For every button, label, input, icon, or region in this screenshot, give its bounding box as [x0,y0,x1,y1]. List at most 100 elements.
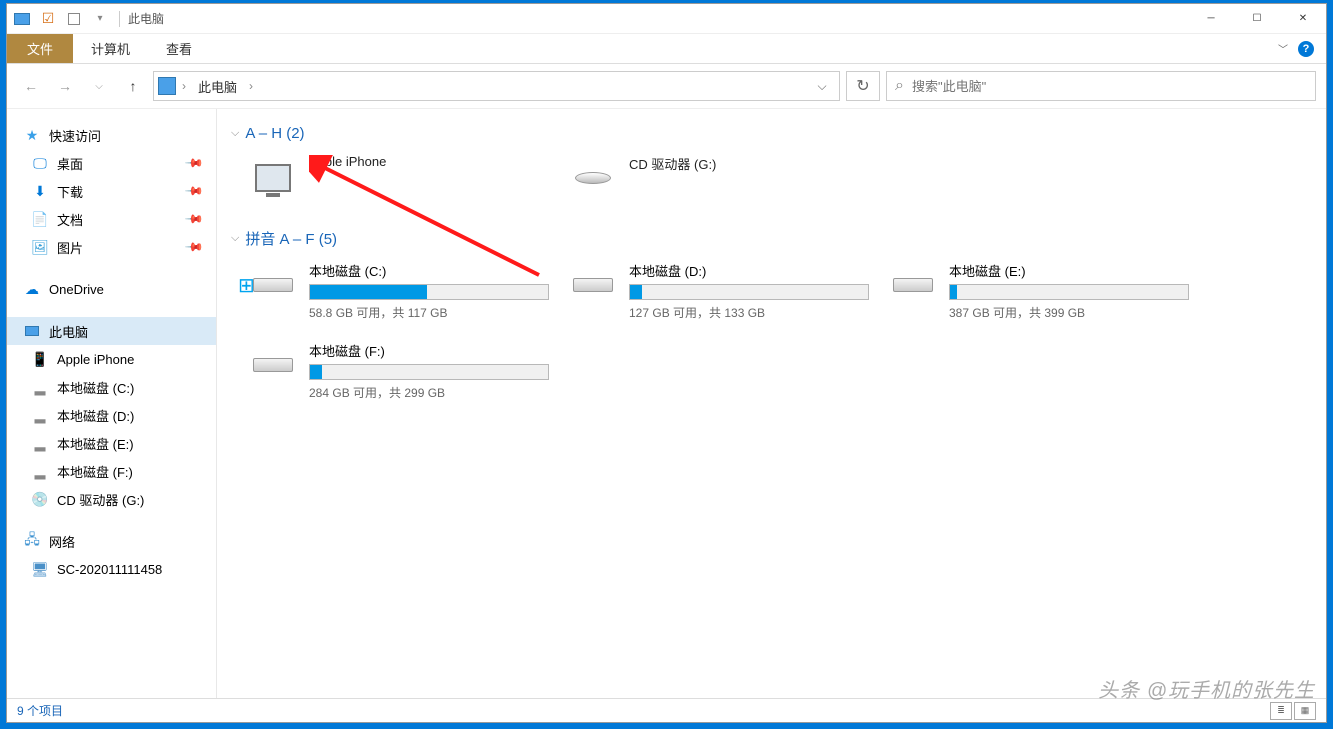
forward-button[interactable]: → [51,72,79,100]
group-header[interactable]: ⌵ A – H (2) [231,119,1312,150]
chevron-down-icon: ⌵ [231,127,239,140]
drive-item[interactable]: 本地磁盘 (F:) 284 GB 可用，共 299 GB [249,341,549,401]
chevron-down-icon[interactable]: ▾ [89,8,111,30]
sidebar-label: OneDrive [49,282,104,297]
this-pc-icon [11,8,33,30]
chevron-right-icon[interactable]: › [182,79,186,93]
drive-name: 本地磁盘 (E:) [949,261,1189,280]
star-icon: ★ [23,126,41,144]
sidebar-item[interactable]: 💿CD 驱动器 (G:) [7,485,216,513]
details-view-icon[interactable]: ≣ [1270,702,1292,720]
recent-dropdown[interactable]: ⌵ [85,72,113,100]
chevron-right-icon[interactable]: › [249,79,253,93]
search-icon: ⌕ [895,77,904,95]
status-text: 9 个项目 [17,702,63,719]
properties-icon[interactable]: ☑ [37,8,59,30]
separator [119,11,120,27]
device-name: CD 驱动器 (G:) [629,154,716,173]
sidebar-item[interactable]: 🖥 SC-202011111458 [7,555,216,583]
sidebar-item[interactable]: ▂本地磁盘 (C:) [7,373,216,401]
view-switcher: ≣ ▦ [1270,702,1316,720]
pin-icon: 📌 [184,209,204,229]
up-button[interactable]: ↑ [119,72,147,100]
capacity-bar [629,284,869,300]
content-pane: ⌵ A – H (2) Apple iPhone CD 驱动器 (G:) ⌵ 拼音… [217,109,1326,698]
group-header[interactable]: ⌵ 拼音 A – F (5) [231,222,1312,257]
sidebar-item[interactable]: ▂本地磁盘 (F:) [7,457,216,485]
documents-icon: 📄 [31,210,49,228]
drive-icon [253,278,293,292]
drive-name: 本地磁盘 (D:) [629,261,869,280]
navigation-bar: ← → ⌵ ↑ › 此电脑 › ⌵ ↻ ⌕ [7,64,1326,108]
downloads-icon: ⬇ [31,182,49,200]
sidebar-item-label: Apple iPhone [57,352,134,367]
computer-icon: 🖥 [31,560,49,578]
sidebar-item-label: 本地磁盘 (E:) [57,434,134,453]
sidebar-onedrive[interactable]: ☁ OneDrive [7,275,216,303]
address-bar[interactable]: › 此电脑 › ⌵ [153,71,840,101]
close-button[interactable]: ✕ [1280,4,1326,34]
search-box[interactable]: ⌕ [886,71,1316,101]
pictures-icon: 🖼 [31,238,49,256]
pin-icon: 📌 [184,153,204,173]
ribbon: 文件 计算机 查看 ﹀ ? [7,34,1326,64]
drive-item[interactable]: 本地磁盘 (D:) 127 GB 可用，共 133 GB [569,261,869,321]
sidebar-item-label: 本地磁盘 (F:) [57,462,133,481]
drive-icon [253,358,293,372]
quick-access-toolbar: ☑ ▾ [7,8,115,30]
disc-icon [575,172,611,184]
desktop-icon: 🖵 [31,154,49,172]
sidebar-item-label: 图片 [57,238,83,257]
ribbon-chevron-icon[interactable]: ﹀ [1278,41,1288,56]
sidebar-item-label: 本地磁盘 (C:) [57,378,134,397]
navigation-pane: ★ 快速访问 🖵桌面📌 ⬇ 下载 📌 📄 文档 📌 🖼 图片 📌 ☁ OneDrive 此电脑 📱… [7,109,217,698]
sidebar-item-label: CD 驱动器 (G:) [57,490,144,509]
help-icon[interactable]: ? [1298,41,1314,57]
sidebar-item-label: 文档 [57,210,83,229]
sidebar-item[interactable]: ▂本地磁盘 (D:) [7,401,216,429]
qat-dropdown-icon[interactable] [63,8,85,30]
body: ★ 快速访问 🖵桌面📌 ⬇ 下载 📌 📄 文档 📌 🖼 图片 📌 ☁ OneDrive 此电脑 📱… [7,108,1326,698]
device-item[interactable]: CD 驱动器 (G:) [569,154,869,202]
drive-capacity-text: 127 GB 可用，共 133 GB [629,304,869,321]
drive-capacity-text: 284 GB 可用，共 299 GB [309,384,549,401]
this-pc-icon [23,322,41,340]
breadcrumb[interactable]: 此电脑 [192,77,243,96]
back-button[interactable]: ← [17,72,45,100]
sidebar-item-label: 下载 [57,182,83,201]
this-pc-icon [158,77,176,95]
maximize-button[interactable]: ☐ [1234,4,1280,34]
sidebar-item[interactable]: 📱Apple iPhone [7,345,216,373]
device-icon [255,164,291,192]
sidebar-item[interactable]: ⬇ 下载 📌 [7,177,216,205]
search-input[interactable] [912,79,1307,94]
network-icon: 🖧 [23,532,41,550]
refresh-button[interactable]: ↻ [846,71,880,101]
sidebar-item[interactable]: 🖼图片📌 [7,233,216,261]
drive-capacity-text: 58.8 GB 可用，共 117 GB [309,304,549,321]
sidebar-item[interactable]: 📄 文档 📌 [7,205,216,233]
sidebar-item-label: 本地磁盘 (D:) [57,406,134,425]
group-title: 拼音 A – F (5) [245,228,337,249]
sidebar-item-label: SC-202011111458 [57,562,162,577]
pin-icon: 📌 [184,181,204,201]
tab-view[interactable]: 查看 [148,34,210,63]
icons-view-icon[interactable]: ▦ [1294,702,1316,720]
sidebar-item[interactable]: ▂本地磁盘 (E:) [7,429,216,457]
drive-item[interactable]: 本地磁盘 (C:) 58.8 GB 可用，共 117 GB [249,261,549,321]
chevron-down-icon: ⌵ [231,232,239,245]
device-item[interactable]: Apple iPhone [249,154,549,202]
sidebar-quick-access[interactable]: ★ 快速访问 [7,121,216,149]
drive-capacity-text: 387 GB 可用，共 399 GB [949,304,1189,321]
capacity-bar [949,284,1189,300]
address-dropdown-icon[interactable]: ⌵ [809,73,835,99]
file-tab[interactable]: 文件 [7,34,73,63]
sidebar-item[interactable]: 🖵桌面📌 [7,149,216,177]
titlebar: ☑ ▾ 此电脑 ─ ☐ ✕ [7,4,1326,34]
sidebar-network[interactable]: 🖧 网络 [7,527,216,555]
sidebar-this-pc[interactable]: 此电脑 [7,317,216,345]
drive-item[interactable]: 本地磁盘 (E:) 387 GB 可用，共 399 GB [889,261,1189,321]
drive-icon [573,278,613,292]
tab-computer[interactable]: 计算机 [73,34,148,63]
minimize-button[interactable]: ─ [1188,4,1234,34]
